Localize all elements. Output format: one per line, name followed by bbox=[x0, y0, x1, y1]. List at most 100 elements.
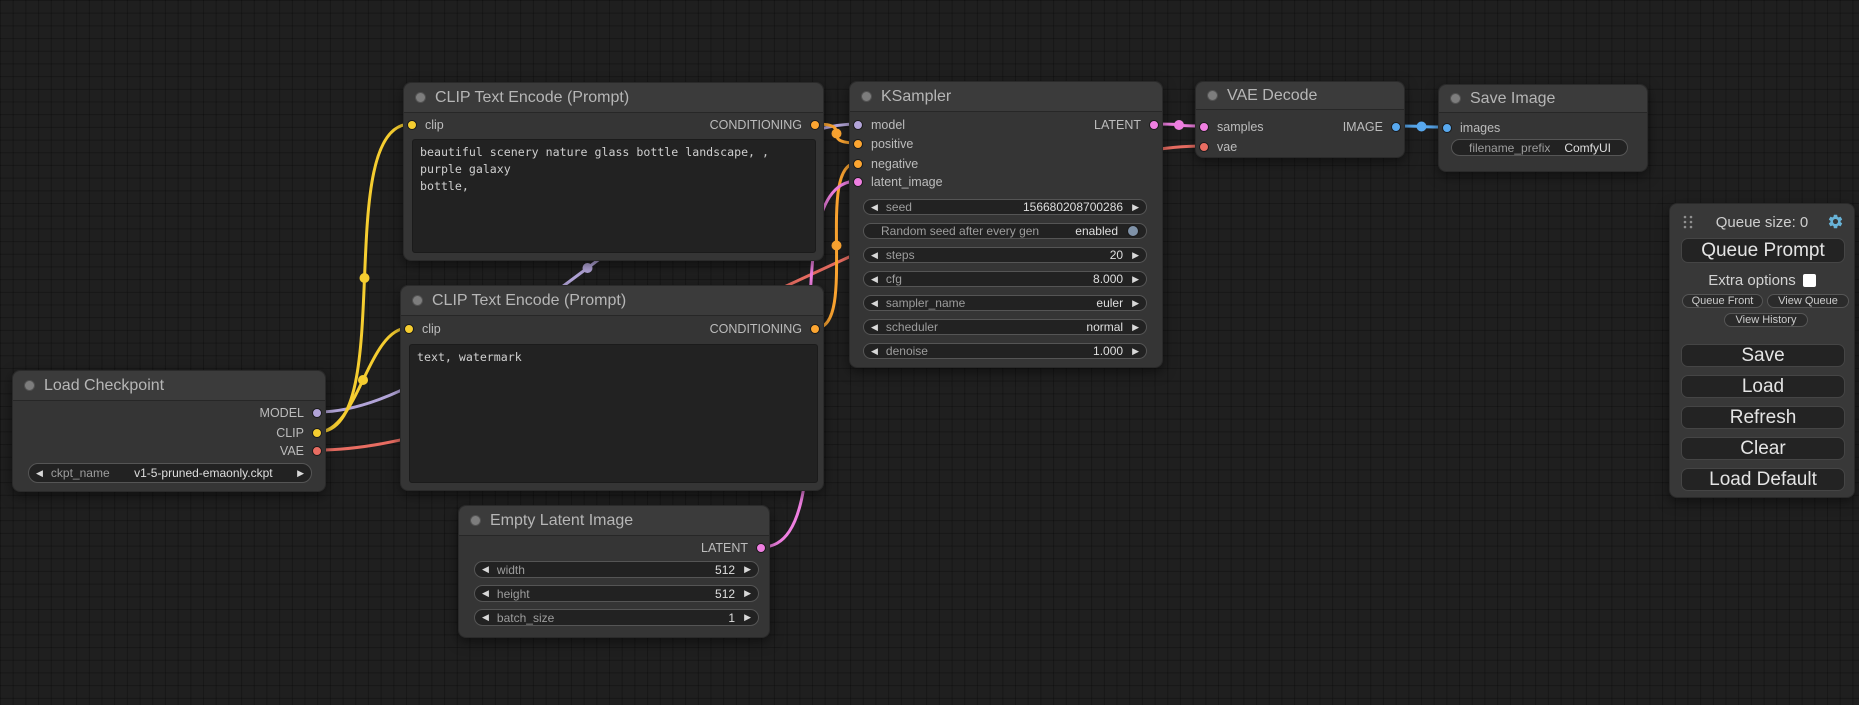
latent-output-port[interactable] bbox=[1149, 120, 1159, 130]
vae-output-port[interactable] bbox=[312, 446, 322, 456]
node-vae-decode[interactable]: VAE Decode samples vae IMAGE bbox=[1195, 81, 1405, 158]
latent-image-input-port[interactable] bbox=[853, 177, 863, 187]
view-queue-button[interactable]: View Queue bbox=[1767, 294, 1849, 308]
width-widget[interactable]: ◀ width 512 ▶ bbox=[474, 561, 759, 578]
decrement-arrow-icon[interactable]: ◀ bbox=[871, 274, 878, 285]
conditioning-output-port[interactable] bbox=[810, 324, 820, 334]
increment-arrow-icon[interactable]: ▶ bbox=[744, 612, 751, 623]
decrement-arrow-icon[interactable]: ◀ bbox=[871, 322, 878, 333]
node-title-bar[interactable]: Empty Latent Image bbox=[459, 506, 769, 536]
decrement-arrow-icon[interactable]: ◀ bbox=[871, 346, 878, 357]
node-clip-text-encode-negative[interactable]: CLIP Text Encode (Prompt) clip CONDITION… bbox=[400, 285, 824, 491]
increment-arrow-icon[interactable]: ▶ bbox=[1132, 250, 1139, 261]
clear-button[interactable]: Clear bbox=[1681, 437, 1845, 460]
queue-front-button[interactable]: Queue Front bbox=[1682, 294, 1763, 308]
output-label: CONDITIONING bbox=[710, 118, 802, 132]
decrement-arrow-icon[interactable]: ◀ bbox=[482, 612, 489, 623]
samples-input-port[interactable] bbox=[1199, 122, 1209, 132]
steps-widget[interactable]: ◀ steps 20 ▶ bbox=[863, 247, 1147, 263]
toggle-knob[interactable] bbox=[1127, 225, 1139, 237]
node-title-bar[interactable]: CLIP Text Encode (Prompt) bbox=[404, 83, 823, 113]
denoise-widget[interactable]: ◀ denoise 1.000 ▶ bbox=[863, 343, 1147, 359]
load-default-button[interactable]: Load Default bbox=[1681, 468, 1845, 491]
link-midpoint-dot bbox=[360, 273, 370, 283]
output-label: CLIP bbox=[276, 426, 304, 440]
node-title-bar[interactable]: CLIP Text Encode (Prompt) bbox=[401, 286, 823, 316]
extra-options-checkbox[interactable] bbox=[1803, 274, 1816, 287]
increment-arrow-icon[interactable]: ▶ bbox=[744, 588, 751, 599]
node-empty-latent-image[interactable]: Empty Latent Image LATENT ◀ width 512 ▶ … bbox=[458, 505, 770, 638]
comfyui-canvas[interactable]: { "colors": { "model": "#b2a4d8", "clip"… bbox=[0, 0, 1859, 705]
input-slot-vae: vae bbox=[1199, 139, 1237, 155]
increment-arrow-icon[interactable]: ▶ bbox=[297, 468, 304, 479]
increment-arrow-icon[interactable]: ▶ bbox=[744, 564, 751, 575]
prompt-text-area[interactable]: beautiful scenery nature glass bottle la… bbox=[412, 139, 816, 253]
output-slot-latent: LATENT bbox=[1094, 117, 1159, 133]
gear-icon[interactable] bbox=[1827, 213, 1844, 230]
increment-arrow-icon[interactable]: ▶ bbox=[1132, 202, 1139, 213]
node-title-bar[interactable]: KSampler bbox=[850, 82, 1162, 112]
node-clip-text-encode-positive[interactable]: CLIP Text Encode (Prompt) clip CONDITION… bbox=[403, 82, 824, 261]
increment-arrow-icon[interactable]: ▶ bbox=[1132, 346, 1139, 357]
collapse-dot-icon[interactable] bbox=[861, 91, 872, 102]
decrement-arrow-icon[interactable]: ◀ bbox=[871, 298, 878, 309]
collapse-dot-icon[interactable] bbox=[412, 295, 423, 306]
seed-widget[interactable]: ◀ seed 156680208700286 ▶ bbox=[863, 199, 1147, 215]
output-slot-image: IMAGE bbox=[1343, 119, 1401, 135]
image-output-port[interactable] bbox=[1391, 122, 1401, 132]
conditioning-output-port[interactable] bbox=[810, 120, 820, 130]
cfg-widget[interactable]: ◀ cfg 8.000 ▶ bbox=[863, 271, 1147, 287]
refresh-button[interactable]: Refresh bbox=[1681, 406, 1845, 429]
batch-size-widget[interactable]: ◀ batch_size 1 ▶ bbox=[474, 609, 759, 626]
input-label: clip bbox=[422, 322, 441, 336]
output-label: VAE bbox=[280, 444, 304, 458]
decrement-arrow-icon[interactable]: ◀ bbox=[482, 588, 489, 599]
increment-arrow-icon[interactable]: ▶ bbox=[1132, 274, 1139, 285]
save-button[interactable]: Save bbox=[1681, 344, 1845, 367]
input-slot-model: model bbox=[853, 117, 905, 133]
view-history-button[interactable]: View History bbox=[1724, 313, 1808, 327]
node-load-checkpoint[interactable]: Load Checkpoint MODEL CLIP VAE ◀ ckpt_na… bbox=[12, 370, 326, 492]
queue-prompt-button[interactable]: Queue Prompt bbox=[1681, 238, 1845, 263]
decrement-arrow-icon[interactable]: ◀ bbox=[871, 202, 878, 213]
load-button[interactable]: Load bbox=[1681, 375, 1845, 398]
node-title-bar[interactable]: VAE Decode bbox=[1196, 82, 1404, 110]
output-label: IMAGE bbox=[1343, 120, 1383, 134]
decrement-arrow-icon[interactable]: ◀ bbox=[871, 250, 878, 261]
node-ksampler[interactable]: KSampler model positive negative latent_… bbox=[849, 81, 1163, 368]
clip-input-port[interactable] bbox=[404, 324, 414, 334]
scheduler-widget[interactable]: ◀ scheduler normal ▶ bbox=[863, 319, 1147, 335]
images-input-port[interactable] bbox=[1442, 123, 1452, 133]
collapse-dot-icon[interactable] bbox=[470, 515, 481, 526]
collapse-dot-icon[interactable] bbox=[1450, 93, 1461, 104]
model-output-port[interactable] bbox=[312, 408, 322, 418]
extra-options-row: Extra options bbox=[1670, 272, 1854, 289]
input-label: latent_image bbox=[871, 175, 943, 189]
node-title-bar[interactable]: Save Image bbox=[1439, 85, 1647, 113]
queue-panel: Queue size: 0 Queue Prompt Extra options… bbox=[1669, 203, 1855, 498]
random-seed-toggle-widget[interactable]: Random seed after every gen enabled bbox=[863, 223, 1147, 239]
clip-input-port[interactable] bbox=[407, 120, 417, 130]
collapse-dot-icon[interactable] bbox=[415, 92, 426, 103]
prompt-text-area[interactable]: text, watermark bbox=[409, 344, 818, 483]
positive-input-port[interactable] bbox=[853, 139, 863, 149]
ckpt-name-widget[interactable]: ◀ ckpt_name v1-5-pruned-emaonly.ckpt ▶ bbox=[28, 463, 312, 483]
node-save-image[interactable]: Save Image images filename_prefix ComfyU… bbox=[1438, 84, 1648, 172]
decrement-arrow-icon[interactable]: ◀ bbox=[482, 564, 489, 575]
decrement-arrow-icon[interactable]: ◀ bbox=[36, 468, 43, 479]
filename-prefix-widget[interactable]: filename_prefix ComfyUI bbox=[1451, 139, 1628, 156]
input-label: vae bbox=[1217, 140, 1237, 154]
model-input-port[interactable] bbox=[853, 120, 863, 130]
node-title: VAE Decode bbox=[1227, 87, 1317, 105]
increment-arrow-icon[interactable]: ▶ bbox=[1132, 298, 1139, 309]
increment-arrow-icon[interactable]: ▶ bbox=[1132, 322, 1139, 333]
node-title-bar[interactable]: Load Checkpoint bbox=[13, 371, 325, 401]
clip-output-port[interactable] bbox=[312, 428, 322, 438]
sampler-name-widget[interactable]: ◀ sampler_name euler ▶ bbox=[863, 295, 1147, 311]
height-widget[interactable]: ◀ height 512 ▶ bbox=[474, 585, 759, 602]
negative-input-port[interactable] bbox=[853, 159, 863, 169]
collapse-dot-icon[interactable] bbox=[1207, 90, 1218, 101]
collapse-dot-icon[interactable] bbox=[24, 380, 35, 391]
latent-output-port[interactable] bbox=[756, 543, 766, 553]
vae-input-port[interactable] bbox=[1199, 142, 1209, 152]
